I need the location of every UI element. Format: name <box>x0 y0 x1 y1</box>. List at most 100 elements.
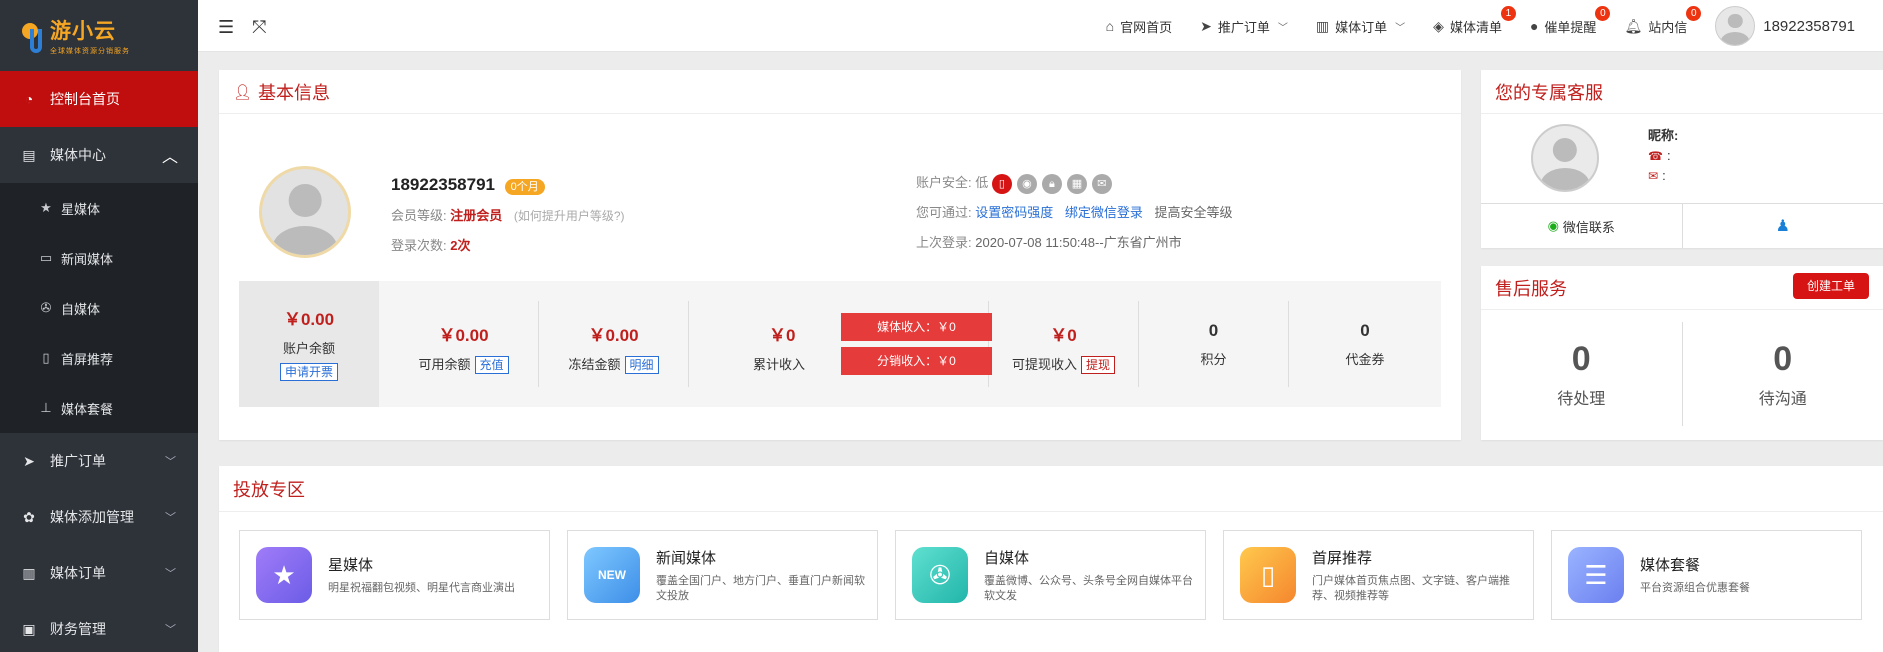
paper-plane-icon: ➤ <box>23 452 35 469</box>
phone-verify-icon[interactable]: ▯ <box>991 173 1012 194</box>
layers-icon: ◈ <box>1433 17 1444 34</box>
nav-home[interactable]: ⌂ 官网首页 <box>1106 17 1172 36</box>
withdrawable-value: ￥0 <box>1050 326 1077 345</box>
sidebar-item-finance[interactable]: ▣ 财务管理 ﹀ <box>0 601 198 652</box>
account-stats: ￥0.00 账户余额 申请开票 ￥0.00 可用余额 充值 ￥0.00 冻结金额明… <box>239 281 1441 407</box>
mobile-icon: ▯ <box>1240 547 1296 603</box>
sidebar-subitem-self-media[interactable]: ✇ 自媒体 <box>0 283 198 333</box>
withdraw-button[interactable]: 提现 <box>1081 356 1116 374</box>
vouchers-label: 代金券 <box>1345 352 1385 367</box>
qq-contact-button[interactable]: ♟ <box>1683 204 1883 248</box>
nav-promo-orders-label: 推广订单 <box>1217 19 1270 35</box>
zone-card-name: 首屏推荐 <box>1312 549 1373 567</box>
level-value: 注册会员 <box>450 208 503 223</box>
id-card-icon[interactable]: ▦ <box>1066 173 1087 194</box>
nav-media-orders[interactable]: ▥ 媒体订单 ﹀ <box>1316 17 1405 36</box>
basic-info-card: 👤︎ 基本信息 18922358791 0个月 会员等级: 注册会员 (如何提升… <box>219 70 1461 440</box>
messages-badge: 0 <box>1686 5 1702 21</box>
details-button[interactable]: 明细 <box>624 356 659 374</box>
star-icon: ★ <box>256 547 312 603</box>
zone-card-star-media[interactable]: ★ 星媒体 明星祝福翻包视频、明星代言商业演出 <box>239 530 550 620</box>
email-icon[interactable]: ✉ <box>1091 173 1112 194</box>
service-phone: : <box>1666 148 1671 163</box>
sidebar: 游小云 全球媒体资源分销服务 ◔ 控制台首页 ▤ 媒体中心 ︿ ★ 星媒体 ▭ … <box>0 0 198 652</box>
dashboard-icon: ◔ <box>24 91 34 107</box>
sidebar-subitem-label: 星媒体 <box>61 201 101 217</box>
frozen-value: ￥0.00 <box>588 326 639 345</box>
profile-avatar <box>259 166 351 258</box>
service-avatar <box>1531 124 1599 192</box>
lock-icon[interactable]: 🔒︎ <box>1041 173 1062 194</box>
available-value: ￥0.00 <box>438 326 489 345</box>
chart-list-icon: ☰ <box>1568 547 1624 603</box>
sidebar-subitem-news-media[interactable]: ▭ 新闻媒体 <box>0 233 198 283</box>
zone-card-media-package[interactable]: ☰ 媒体套餐 平台资源组合优惠套餐 <box>1551 530 1862 620</box>
logo[interactable]: 游小云 全球媒体资源分销服务 <box>0 0 198 71</box>
sidebar-item-promo-orders[interactable]: ➤ 推广订单 ﹀ <box>0 433 198 489</box>
through-label: 您可通过: <box>916 205 972 220</box>
sidebar-item-media-orders[interactable]: ▥ 媒体订单 ﹀ <box>0 545 198 601</box>
sidebar-item-label: 财务管理 <box>50 621 106 637</box>
nav-promo-orders[interactable]: ➤ 推广订单 ﹀ <box>1200 17 1288 36</box>
sidebar-subitem-media-package[interactable]: ⊥ 媒体套餐 <box>0 383 198 433</box>
frozen-amount: ￥0.00 冻结金额 明细 <box>539 301 689 387</box>
logo-icon <box>22 19 46 53</box>
pending-count: 0 <box>1571 340 1591 378</box>
sidebar-subitem-star-media[interactable]: ★ 星媒体 <box>0 183 198 233</box>
wechat-verify-icon[interactable]: ◉ <box>1016 173 1037 194</box>
zone-card-news-media[interactable]: NEW 新闻媒体 覆盖全国门户、地方门户、垂直门户新闻软文投放 <box>567 530 878 620</box>
chevron-down-icon: ﹀ <box>1395 22 1406 34</box>
points-value: 0 <box>1208 321 1219 340</box>
communicate-tickets[interactable]: 0 待沟通 <box>1683 322 1883 426</box>
customer-service-card: 您的专属客服 昵称: ☎: ✉: ◉ 微信联系 ♟ <box>1481 70 1883 248</box>
sidebar-subitem-homepage-rec[interactable]: ▯ 首屏推荐 <box>0 333 198 383</box>
brand-name: 游小云 <box>50 20 116 43</box>
sidebar-item-media-add[interactable]: ✿ 媒体添加管理 ﹀ <box>0 489 198 545</box>
brand-tagline: 全球媒体资源分销服务 <box>50 48 130 55</box>
balance-value: ￥0.00 <box>283 310 335 329</box>
sidebar-subitem-label: 媒体套餐 <box>61 401 114 417</box>
nav-reminders[interactable]: ● 催单提醒 0 <box>1530 5 1611 36</box>
nav-messages[interactable]: 🔔︎ 站内信 0 <box>1624 5 1702 36</box>
sidebar-subitem-label: 自媒体 <box>61 301 101 317</box>
bind-wechat-link[interactable]: 绑定微信登录 <box>1065 205 1143 220</box>
indent-toggle-icon[interactable]: ☰ <box>218 17 234 38</box>
account-balance: ￥0.00 账户余额 申请开票 <box>239 281 379 407</box>
user-menu[interactable]: 18922358791 <box>1715 6 1855 46</box>
recharge-button[interactable]: 充值 <box>474 356 509 374</box>
nav-reminders-label: 催单提醒 <box>1544 19 1597 35</box>
fullscreen-icon[interactable]: ⤧ <box>252 17 266 38</box>
nav-media-list[interactable]: ◈ 媒体清单 1 <box>1433 5 1516 36</box>
chevron-up-icon: ︿ <box>161 149 178 166</box>
bar-icon: ⊥ <box>40 400 52 415</box>
level-hint-link[interactable]: (如何提升用户等级?) <box>514 209 625 223</box>
chevron-down-icon: ﹀ <box>165 512 176 524</box>
set-password-link[interactable]: 设置密码强度 <box>975 205 1053 220</box>
star-icon: ★ <box>40 200 52 215</box>
apply-invoice-button[interactable]: 申请开票 <box>279 363 338 381</box>
wechat-icon: ◉ <box>1547 218 1559 233</box>
wallet-icon: ▣ <box>22 620 36 637</box>
communicate-label: 待沟通 <box>1758 391 1807 408</box>
available-label: 可用余额 <box>418 357 471 372</box>
distribution-income-pill: 分销收入：￥0 <box>841 347 992 375</box>
zone-card-desc: 明星祝福翻包视频、明星代言商业演出 <box>328 582 515 594</box>
sidebar-item-media-center[interactable]: ▤ 媒体中心 ︿ <box>0 127 198 183</box>
frozen-label: 冻结金额 <box>568 357 621 372</box>
news-icon: NEW <box>584 547 640 603</box>
sidebar-item-dashboard[interactable]: ◔ 控制台首页 <box>0 71 198 127</box>
points: 0 积分 <box>1139 301 1289 387</box>
username: 18922358791 <box>1763 17 1855 35</box>
zone-card-homepage-rec[interactable]: ▯ 首屏推荐 门户媒体首页焦点图、文字链、客户端推荐、视频推荐等 <box>1223 530 1534 620</box>
qq-icon: ♟ <box>1775 218 1790 235</box>
service-info: 昵称: ☎: ✉: <box>1648 126 1678 186</box>
pending-tickets[interactable]: 0 待处理 <box>1481 322 1683 426</box>
top-bar: ☰ ⤧ ⌂ 官网首页 ➤ 推广订单 ﹀ ▥ 媒体订单 ﹀ ◈ 媒体清单 1 ● … <box>198 0 1883 52</box>
wechat-contact-button[interactable]: ◉ 微信联系 <box>1481 204 1683 248</box>
media-list-badge: 1 <box>1500 5 1516 21</box>
security-level: 低 <box>975 175 989 190</box>
zone-card-name: 新闻媒体 <box>656 549 717 567</box>
zone-card-self-media[interactable]: ✇ 自媒体 覆盖微博、公众号、头条号全网自媒体平台软文发 <box>895 530 1206 620</box>
create-ticket-button[interactable]: 创建工单 <box>1792 273 1869 299</box>
paper-plane-icon: ➤ <box>1200 17 1212 34</box>
